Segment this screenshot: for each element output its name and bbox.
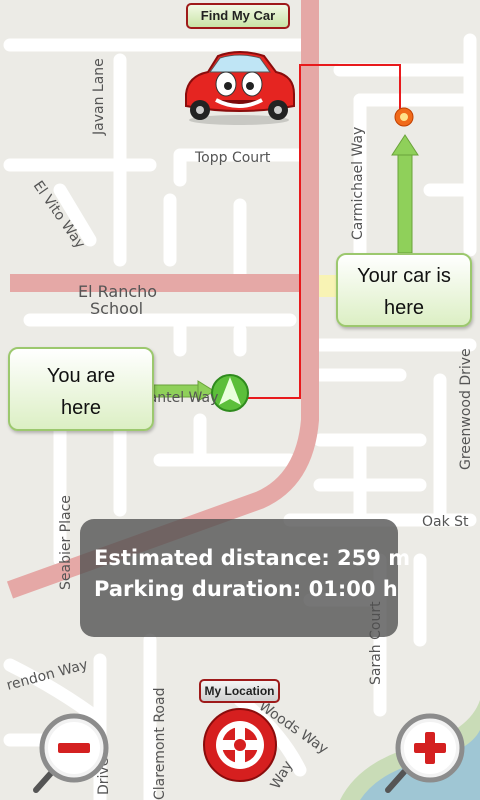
you-callout-line2: here (60, 397, 102, 419)
cartoon-car-icon (185, 51, 295, 125)
street-greenwood-drive: Greenwood Drive (458, 348, 474, 470)
my-location-label[interactable]: My Location (199, 679, 280, 703)
car-callout-line2: here (383, 297, 425, 319)
street-topp-court: Topp Court (194, 150, 271, 166)
street-oak-st: Oak St (422, 514, 469, 530)
find-my-car-button[interactable]: Find My Car (186, 3, 290, 29)
car-pin-icon (394, 107, 414, 127)
lifebuoy-icon[interactable] (202, 707, 278, 783)
zoom-in-magnifier-icon[interactable] (380, 708, 472, 796)
trip-info-panel: Estimated distance: 259 m Parking durati… (80, 519, 411, 637)
zoom-out-magnifier-icon[interactable] (30, 708, 118, 796)
street-javan-lane: Javan Lane (91, 58, 107, 136)
street-claremont-road: Claremont Road (152, 688, 168, 800)
user-location-callout: You are here (8, 347, 154, 431)
car-location-callout: Your car is here (336, 253, 472, 327)
school-label-line2: School (90, 299, 143, 318)
street-carmichael-way: Carmichael Way (350, 127, 366, 240)
parking-duration: Parking duration: 01:00 h (94, 577, 398, 601)
car-callout-line1: Your car is (357, 265, 451, 287)
estimated-distance: Estimated distance: 259 m (94, 546, 411, 570)
you-callout-line1: You are (46, 365, 116, 387)
street-seabier-place: Seabier Place (58, 495, 74, 590)
